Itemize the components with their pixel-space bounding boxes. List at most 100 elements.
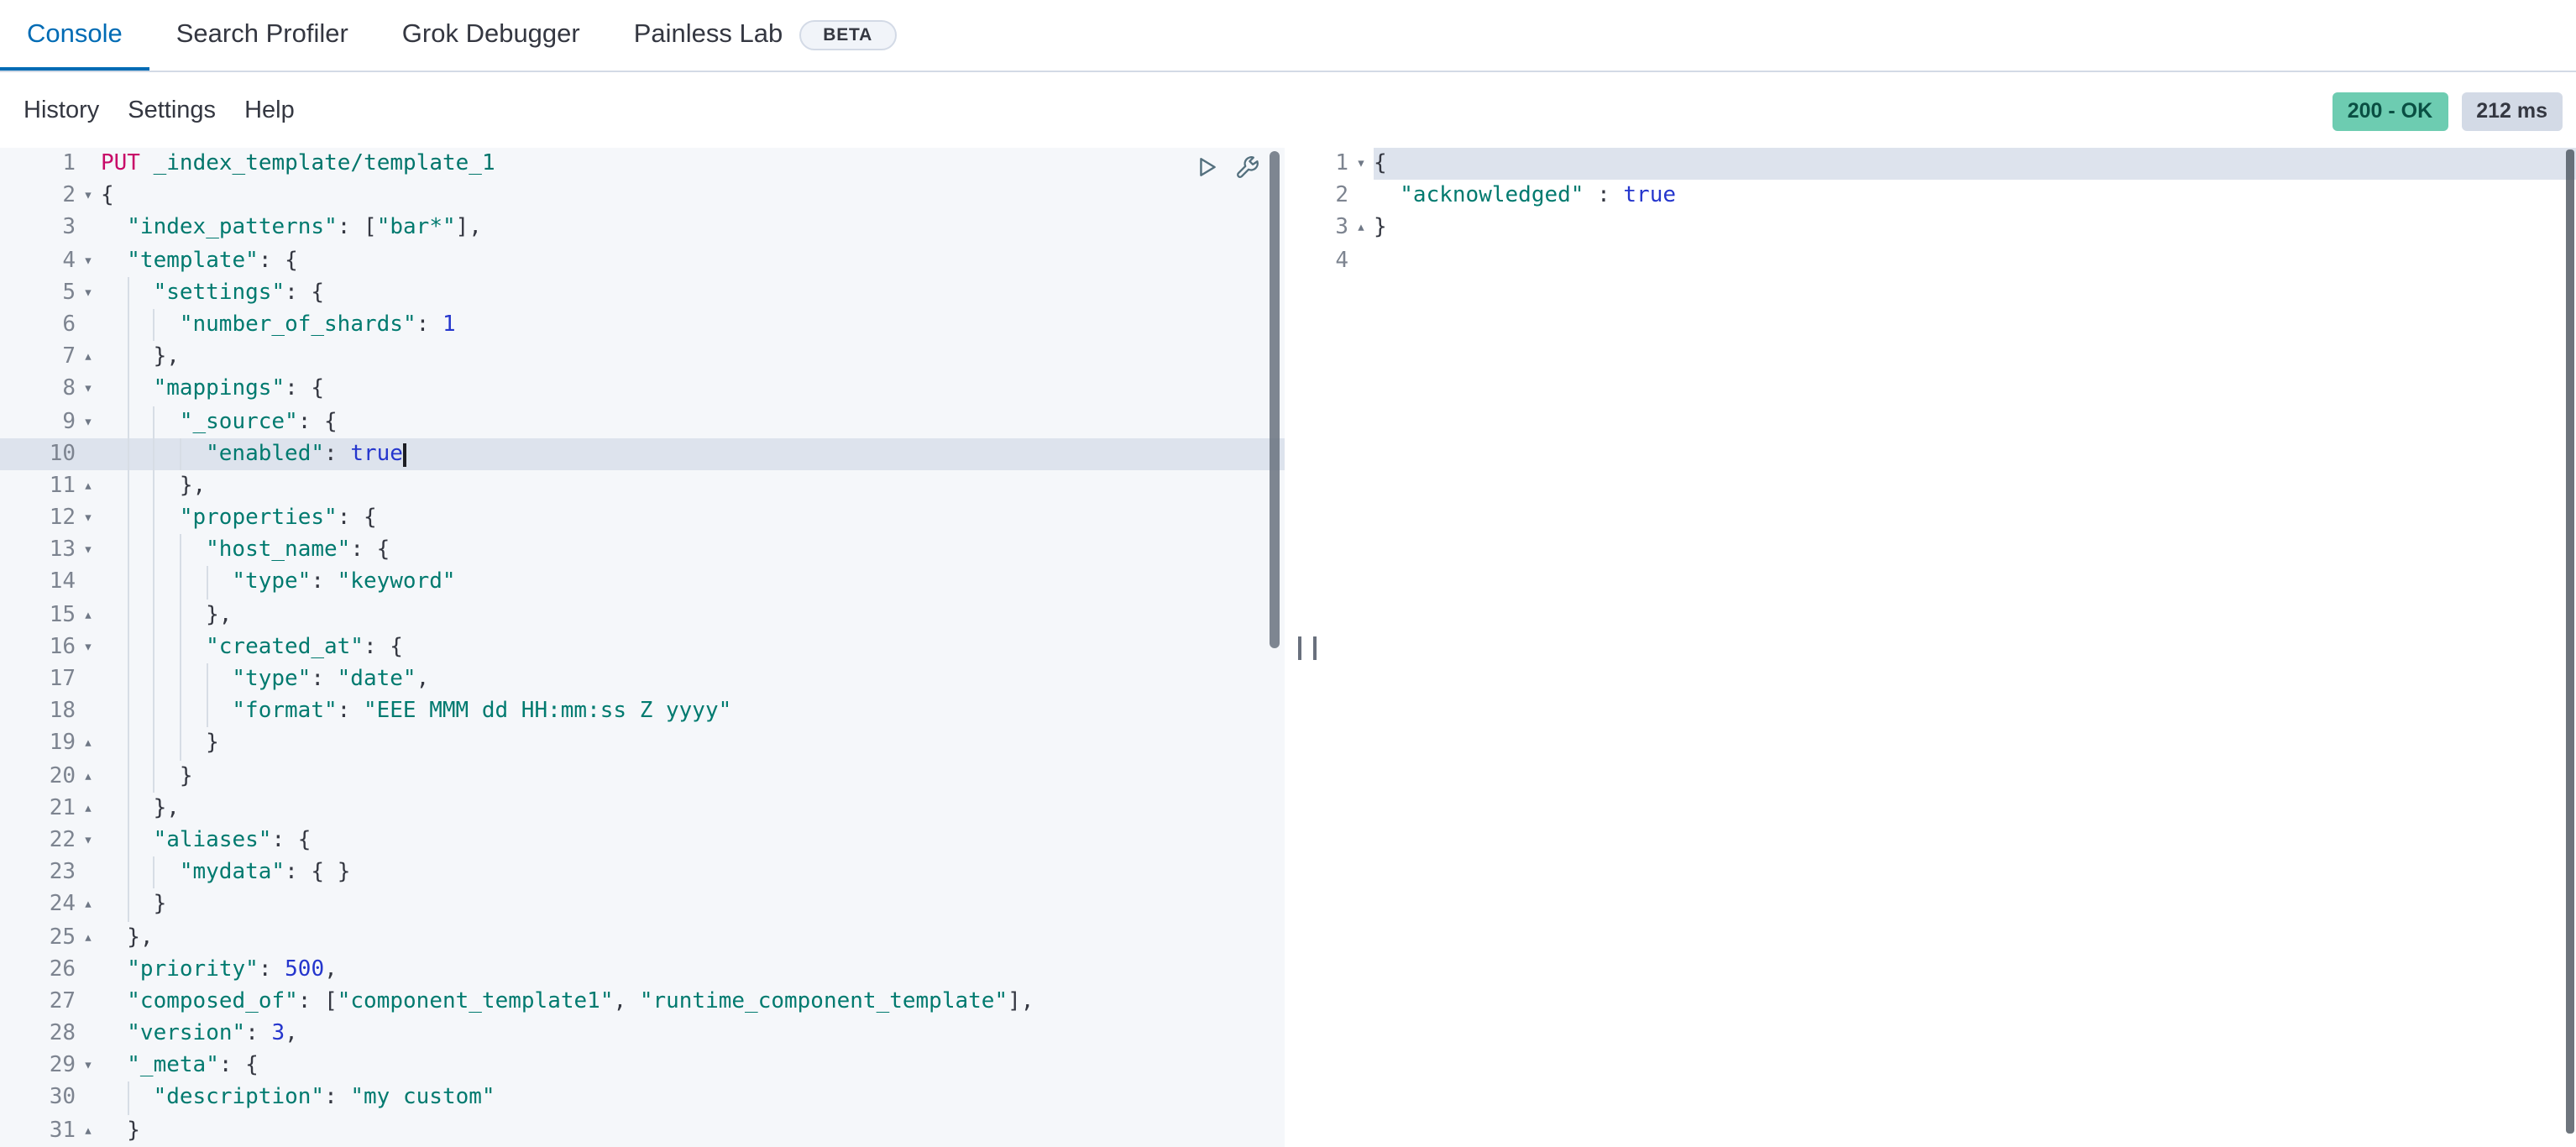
code-line[interactable]: 1PUT _index_template/template_1 [0,148,1285,180]
code-line[interactable]: 7▴}, [0,341,1285,373]
token: "number_of_shards" [180,312,416,338]
tab-console[interactable]: Console [0,0,149,71]
fold-open-icon[interactable]: ▾ [76,277,101,309]
indent-guide [180,728,206,760]
indent-guide [180,631,206,663]
code-line[interactable]: 4 [1328,244,2576,276]
code-line[interactable]: 2"acknowledged" : true [1328,180,2576,212]
token: , [416,667,430,692]
menu-item-help[interactable]: Help [244,97,295,124]
code-line[interactable]: 3"index_patterns": ["bar*"], [0,212,1285,244]
token: : [324,1086,350,1111]
fold-close-icon[interactable]: ▴ [76,1114,101,1146]
response-editor[interactable]: 1▾{2"acknowledged" : true3▴}4 [1328,148,2576,1147]
code-line[interactable]: 31▴} [0,1114,1285,1146]
code-line[interactable]: 18"format": "EEE MMM dd HH:mm:ss Z yyyy" [0,695,1285,727]
fold-close-icon[interactable]: ▴ [76,921,101,953]
gutter-cell: 20▴ [0,760,101,792]
code-line[interactable]: 9▾"_source": { [0,406,1285,437]
code-line[interactable]: 4▾"template": { [0,244,1285,276]
fold-close-icon[interactable]: ▴ [76,889,101,921]
code-text: } [101,1114,1285,1146]
code-line[interactable]: 1▾{ [1328,148,2576,180]
status-group: 200 - OK 212 ms [2333,92,2563,130]
fold-close-icon[interactable]: ▴ [1348,212,1374,244]
fold-open-icon[interactable]: ▾ [76,631,101,663]
code-line[interactable]: 28"version": 3, [0,1018,1285,1050]
page-scrollbar-thumb[interactable] [2566,149,2574,1134]
indent-space [101,212,127,244]
request-editor[interactable]: 1PUT _index_template/template_12▾{3"inde… [0,148,1285,1147]
code-line[interactable]: 15▴}, [0,599,1285,631]
token: } [180,763,193,788]
code-line[interactable]: 6"number_of_shards": 1 [0,309,1285,341]
code-line[interactable]: 19▴} [0,728,1285,760]
tab-search-profiler[interactable]: Search Profiler [149,0,375,71]
console-panels: 1PUT _index_template/template_12▾{3"inde… [0,148,2576,1147]
fold-open-icon[interactable]: ▾ [76,535,101,567]
gutter-cell: 27 [0,986,101,1018]
code-line[interactable]: 14"type": "keyword" [0,567,1285,599]
code-line[interactable]: 12▾"properties": { [0,502,1285,534]
code-line[interactable]: 25▴}, [0,921,1285,953]
code-line[interactable]: 30"description": "my custom" [0,1082,1285,1114]
code-line[interactable]: 26"priority": 500, [0,953,1285,985]
fold-open-icon[interactable]: ▾ [76,180,101,212]
code-text: "properties": { [101,502,1285,534]
token: : [ [338,216,377,241]
code-line[interactable]: 10"enabled": true [0,437,1285,469]
fold-open-icon[interactable]: ▾ [76,374,101,406]
code-line[interactable]: 2▾{ [0,180,1285,212]
fold-open-icon[interactable]: ▾ [76,825,101,856]
fold-open-icon[interactable]: ▾ [76,1050,101,1082]
code-text: "_source": { [101,406,1285,437]
code-line[interactable]: 20▴} [0,760,1285,792]
code-line[interactable]: 13▾"host_name": { [0,535,1285,567]
token: 3 [272,1021,285,1046]
top-tab-bar: Console Search Profiler Grok Debugger Pa… [0,0,2576,72]
fold-open-icon[interactable]: ▾ [76,244,101,276]
code-line[interactable]: 5▾"settings": { [0,277,1285,309]
fold-close-icon[interactable]: ▴ [76,760,101,792]
gutter-cell: 3▴ [1328,212,1374,244]
fold-open-icon[interactable]: ▾ [1348,148,1374,180]
gutter-cell: 13▾ [0,535,101,567]
code-line[interactable]: 3▴} [1328,212,2576,244]
code-line[interactable]: 29▾"_meta": { [0,1050,1285,1082]
panel-resizer[interactable] [1285,148,1328,1147]
indent-guide [127,437,153,469]
tab-painless-lab[interactable]: Painless Lab BETA [607,0,923,71]
code-line[interactable]: 22▾"aliases": { [0,825,1285,856]
code-line[interactable]: 23"mydata": { } [0,856,1285,888]
fold-close-icon[interactable]: ▴ [76,728,101,760]
fold-close-icon[interactable]: ▴ [76,599,101,631]
fold-spacer [76,212,101,244]
fold-close-icon[interactable]: ▴ [76,341,101,373]
code-line[interactable]: 27"composed_of": ["component_template1",… [0,986,1285,1018]
tab-grok-debugger[interactable]: Grok Debugger [375,0,607,71]
fold-spacer [76,437,101,469]
code-line[interactable]: 17"type": "date", [0,663,1285,695]
fold-open-icon[interactable]: ▾ [76,502,101,534]
menu-item-settings[interactable]: Settings [128,97,216,124]
send-request-button[interactable] [1191,151,1221,181]
indent-space [101,309,127,341]
token: : { [298,409,338,434]
fold-close-icon[interactable]: ▴ [76,470,101,502]
code-line[interactable]: 21▴}, [0,793,1285,825]
line-number: 15 [0,599,76,631]
fold-close-icon[interactable]: ▴ [76,793,101,825]
token: : [324,441,350,466]
menu-item-history[interactable]: History [24,97,99,124]
code-line[interactable]: 16▾"created_at": { [0,631,1285,663]
code-text: }, [101,793,1285,825]
line-number: 11 [0,470,76,502]
request-scrollbar-thumb[interactable] [1270,151,1280,648]
code-line[interactable]: 24▴} [0,889,1285,921]
fold-open-icon[interactable]: ▾ [76,406,101,437]
code-text: "host_name": { [101,535,1285,567]
request-options-button[interactable] [1231,151,1261,181]
code-line[interactable]: 8▾"mappings": { [0,374,1285,406]
code-line[interactable]: 11▴}, [0,470,1285,502]
token: "type" [232,667,311,692]
